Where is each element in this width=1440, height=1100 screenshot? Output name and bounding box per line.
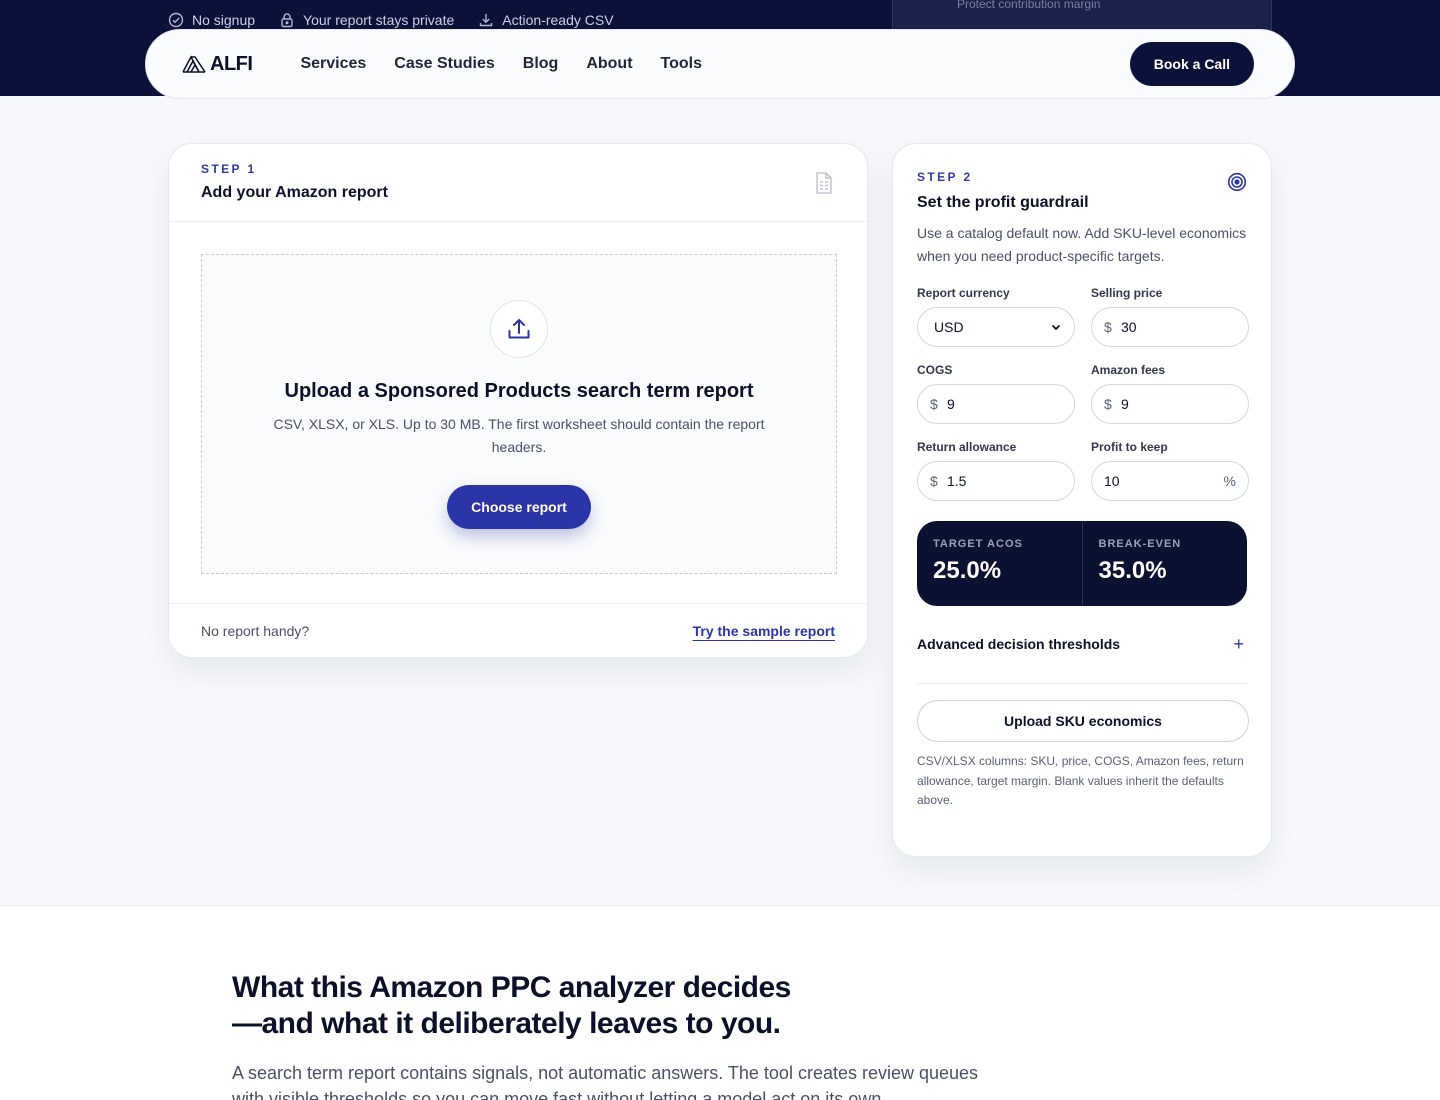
upload-sku-economics-button[interactable]: Upload SKU economics bbox=[917, 700, 1249, 742]
cogs-prefix: $ bbox=[930, 396, 938, 412]
step1-card: STEP 1 Add your Amazon report Upload a S… bbox=[168, 143, 868, 658]
breakeven-metric: BREAK-EVEN 35.0% bbox=[1081, 521, 1248, 606]
step1-header: STEP 1 Add your Amazon report bbox=[169, 144, 867, 222]
spreadsheet-file-icon bbox=[816, 172, 832, 194]
hero-preview-text: Protect contribution margin bbox=[957, 0, 1101, 11]
step1-title: Add your Amazon report bbox=[201, 184, 388, 201]
nav-item-blog[interactable]: Blog bbox=[523, 55, 559, 73]
nav-item-case-studies[interactable]: Case Studies bbox=[394, 55, 494, 73]
returns-value: 1.5 bbox=[947, 473, 967, 489]
section-lead: A search term report contains signals, n… bbox=[232, 1063, 979, 1100]
price-label: Selling price bbox=[1091, 286, 1163, 300]
currency-field: Report currency USD bbox=[917, 286, 1075, 347]
section-heading: What this Amazon PPC analyzer decides —a… bbox=[232, 970, 872, 1042]
returns-field: Return allowance $ 1.5 bbox=[917, 440, 1075, 501]
main-nav: ALFI Services Case Studies Blog About To… bbox=[145, 29, 1295, 99]
returns-label: Return allowance bbox=[917, 440, 1017, 454]
fees-value: 9 bbox=[1121, 396, 1129, 412]
acos-metrics: TARGET ACOS 25.0% BREAK-EVEN 35.0% bbox=[917, 521, 1247, 606]
step1-footer: No report handy? Try the sample report bbox=[169, 603, 867, 657]
upload-icon bbox=[508, 319, 530, 339]
trust-label: Your report stays private bbox=[303, 12, 455, 28]
nav-menu: Services Case Studies Blog About Tools bbox=[300, 55, 702, 73]
alfi-logo-icon bbox=[182, 55, 206, 73]
profit-suffix: % bbox=[1223, 473, 1236, 489]
profit-input[interactable]: 10 % bbox=[1091, 461, 1249, 501]
price-prefix: $ bbox=[1104, 319, 1112, 335]
download-icon bbox=[480, 14, 493, 27]
nav-item-services[interactable]: Services bbox=[300, 55, 366, 73]
heading-line-2: —and what it deliberately leaves to you. bbox=[232, 1007, 781, 1040]
step2-label: STEP 2 bbox=[917, 170, 973, 184]
trust-label: No signup bbox=[192, 12, 256, 28]
check-circle-icon bbox=[168, 12, 184, 28]
choose-report-button[interactable]: Choose report bbox=[447, 485, 591, 529]
logo-text: ALFI bbox=[210, 52, 253, 75]
cogs-input[interactable]: $ 9 bbox=[917, 384, 1075, 424]
step2-title: Set the profit guardrail bbox=[917, 194, 1089, 211]
step2-description: Use a catalog default now. Add SKU-level… bbox=[917, 225, 1247, 264]
dropzone-description: CSV, XLSX, or XLS. Up to 30 MB. The firs… bbox=[273, 416, 765, 455]
no-report-text: No report handy? bbox=[201, 622, 310, 639]
sku-columns-note: CSV/XLSX columns: SKU, price, COGS, Amaz… bbox=[917, 754, 1244, 807]
target-acos-label: TARGET ACOS bbox=[933, 538, 1023, 550]
trust-item-private: Your report stays private bbox=[279, 12, 454, 28]
fees-field: Amazon fees $ 9 bbox=[1091, 363, 1249, 424]
breakeven-value: 35.0% bbox=[1098, 557, 1167, 584]
economics-form: Report currency USD Selling price $ 30 C… bbox=[917, 286, 1249, 501]
price-value: 30 bbox=[1121, 319, 1137, 335]
nav-item-about[interactable]: About bbox=[586, 55, 632, 73]
cogs-field: COGS $ 9 bbox=[917, 363, 1075, 424]
fees-prefix: $ bbox=[1104, 396, 1112, 412]
cogs-label: COGS bbox=[917, 363, 953, 377]
breakeven-label: BREAK-EVEN bbox=[1098, 538, 1182, 550]
fees-label: Amazon fees bbox=[1091, 363, 1166, 377]
currency-value: USD bbox=[934, 319, 964, 335]
plus-icon: + bbox=[1233, 634, 1244, 654]
fees-input[interactable]: $ 9 bbox=[1091, 384, 1249, 424]
upload-icon-circle bbox=[490, 300, 548, 358]
trust-item-no-signup: No signup bbox=[168, 12, 255, 28]
returns-input[interactable]: $ 1.5 bbox=[917, 461, 1075, 501]
price-input[interactable]: $ 30 bbox=[1091, 307, 1249, 347]
step2-card: STEP 2 Set the profit guardrail Use a ca… bbox=[892, 143, 1272, 857]
profit-field: Profit to keep 10 % bbox=[1091, 440, 1249, 501]
step1-label: STEP 1 bbox=[201, 162, 257, 176]
upload-dropzone[interactable]: Upload a Sponsored Products search term … bbox=[201, 254, 837, 574]
profit-value: 10 bbox=[1104, 473, 1120, 489]
sample-report-link[interactable]: Try the sample report bbox=[693, 623, 835, 639]
trust-item-csv: Action-ready CSV bbox=[478, 12, 614, 28]
trust-bar: No signup Your report stays private Acti… bbox=[168, 12, 614, 28]
book-call-button[interactable]: Book a Call bbox=[1129, 42, 1254, 86]
target-icon bbox=[1227, 172, 1247, 192]
currency-label: Report currency bbox=[917, 286, 1010, 300]
target-acos-value: 25.0% bbox=[933, 557, 1002, 584]
logo[interactable]: ALFI bbox=[182, 52, 253, 76]
price-field: Selling price $ 30 bbox=[1091, 286, 1249, 347]
advanced-thresholds-label: Advanced decision thresholds bbox=[917, 636, 1121, 652]
advanced-thresholds-toggle[interactable]: Advanced decision thresholds + bbox=[917, 632, 1247, 684]
nav-item-tools[interactable]: Tools bbox=[661, 55, 702, 73]
profit-label: Profit to keep bbox=[1091, 440, 1168, 454]
lock-icon bbox=[281, 13, 293, 28]
currency-select[interactable]: USD bbox=[917, 307, 1075, 347]
dropzone-title: Upload a Sponsored Products search term … bbox=[284, 380, 754, 402]
trust-label: Action-ready CSV bbox=[502, 12, 614, 28]
heading-line-1: What this Amazon PPC analyzer decides bbox=[232, 971, 791, 1004]
chevron-down-icon bbox=[1051, 324, 1061, 331]
target-acos-metric: TARGET ACOS 25.0% bbox=[917, 521, 1082, 606]
cogs-value: 9 bbox=[947, 396, 955, 412]
returns-prefix: $ bbox=[930, 473, 938, 489]
